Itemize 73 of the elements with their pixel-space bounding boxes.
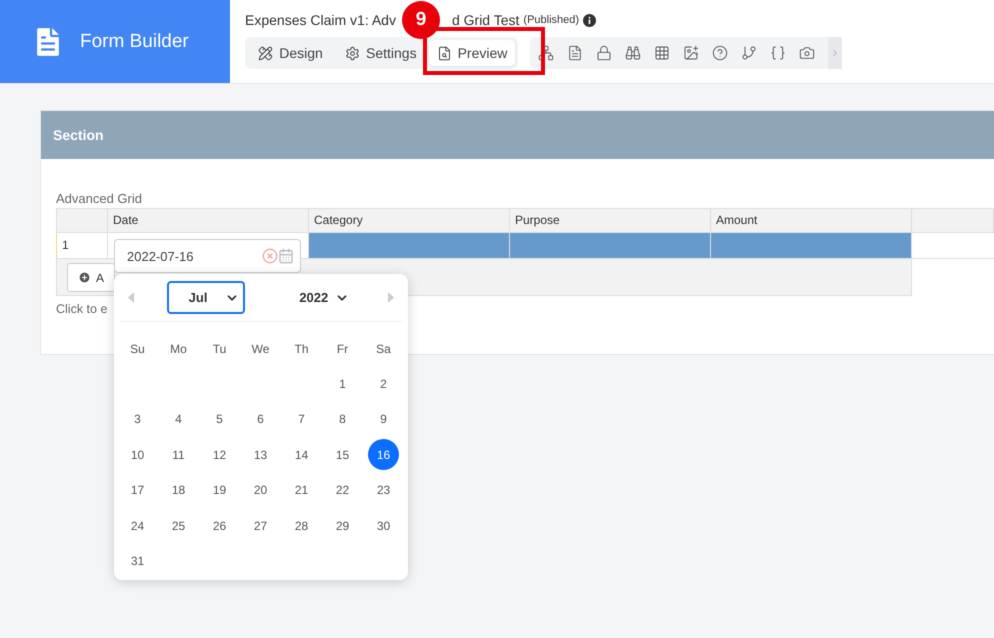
grid-label: Advanced Grid <box>56 191 143 206</box>
calendar-day[interactable]: 31 <box>122 546 153 577</box>
status-label: (Published) <box>523 14 580 26</box>
column-header: Purpose <box>510 208 711 233</box>
plus-icon <box>78 271 91 284</box>
calendar-day[interactable]: 27 <box>245 510 276 542</box>
gear-icon <box>345 46 360 60</box>
column-header <box>56 208 108 233</box>
calendar-day[interactable]: 16 <box>368 439 399 470</box>
month-select[interactable]: Jul <box>166 281 245 314</box>
calendar-day[interactable]: 24 <box>122 510 153 542</box>
calendar-day[interactable]: 12 <box>204 439 235 470</box>
column-header: Date <box>108 208 309 233</box>
calendar-day[interactable]: 1 <box>327 368 358 400</box>
tab[interactable]: Settings <box>337 40 425 66</box>
info-icon <box>583 14 596 26</box>
calendar-day[interactable]: 29 <box>327 510 358 542</box>
calendar-day[interactable]: 5 <box>204 404 235 435</box>
calendar-day[interactable]: 8 <box>327 404 358 435</box>
hierarchy-icon[interactable] <box>538 45 554 61</box>
calendar-day[interactable]: 13 <box>245 439 276 470</box>
calendar-day[interactable]: 15 <box>327 439 358 470</box>
calendar-day[interactable]: 18 <box>163 474 194 506</box>
row-number: 1 <box>56 233 108 259</box>
ruler-pencil-icon <box>258 46 274 60</box>
calendar-day[interactable]: 22 <box>327 474 358 506</box>
weekday-label: Tu <box>212 341 228 358</box>
weekday-label: Sa <box>375 341 392 358</box>
step-badge: 9 <box>402 1 440 39</box>
grid-icon[interactable] <box>654 45 670 61</box>
weekday-label: We <box>250 341 270 358</box>
weekday-label: Mo <box>169 341 188 358</box>
calendar-day[interactable]: 11 <box>163 439 194 470</box>
branch-icon[interactable] <box>741 45 758 61</box>
calendar-day[interactable]: 25 <box>163 510 194 542</box>
calendar-day[interactable]: 3 <box>122 404 153 435</box>
calendar-day[interactable]: 14 <box>286 439 317 470</box>
calendar-day[interactable]: 7 <box>286 404 317 435</box>
calendar-day[interactable]: 2 <box>368 368 399 400</box>
weekday-label: Su <box>129 341 146 358</box>
weekday-label: Fr <box>336 341 350 358</box>
image-icon[interactable] <box>683 45 700 61</box>
form-title: d Grid Test <box>452 12 520 28</box>
tab[interactable]: Preview <box>428 40 516 66</box>
calendar-day[interactable]: 19 <box>204 474 235 506</box>
calendar-day[interactable]: 4 <box>163 404 194 435</box>
lock-icon[interactable] <box>596 45 612 61</box>
calendar-day[interactable]: 17 <box>122 474 153 506</box>
form-title: Expenses Claim v1: Adv <box>245 12 396 28</box>
calendar-day[interactable]: 6 <box>245 404 276 435</box>
calendar-day[interactable]: 28 <box>286 510 317 542</box>
column-header: Category <box>309 208 510 233</box>
calendar-day[interactable]: 23 <box>368 474 399 506</box>
binoculars-icon[interactable] <box>625 45 642 61</box>
braces-icon[interactable] <box>770 45 786 61</box>
calendar-day[interactable]: 30 <box>368 510 399 542</box>
section-header: Section <box>41 111 994 159</box>
help-icon[interactable] <box>712 45 728 61</box>
calendar-day[interactable]: 20 <box>245 474 276 506</box>
calendar-day[interactable]: 9 <box>368 404 399 435</box>
weekday-label: Th <box>293 341 310 358</box>
calendar-day[interactable]: 21 <box>286 474 317 506</box>
grid-hint: Click to e <box>56 302 108 316</box>
document-search-icon <box>436 46 452 60</box>
column-header: Amount <box>711 208 912 233</box>
tab[interactable]: Design <box>248 40 333 66</box>
add-row-button[interactable]: A <box>67 263 116 292</box>
calendar-day[interactable]: 10 <box>122 439 153 470</box>
document-icon[interactable] <box>567 45 584 61</box>
app-title: Form Builder <box>80 30 189 52</box>
camera-icon[interactable] <box>799 45 816 61</box>
year-select[interactable]: 2022 <box>277 281 356 314</box>
calendar-day[interactable]: 26 <box>204 510 235 542</box>
